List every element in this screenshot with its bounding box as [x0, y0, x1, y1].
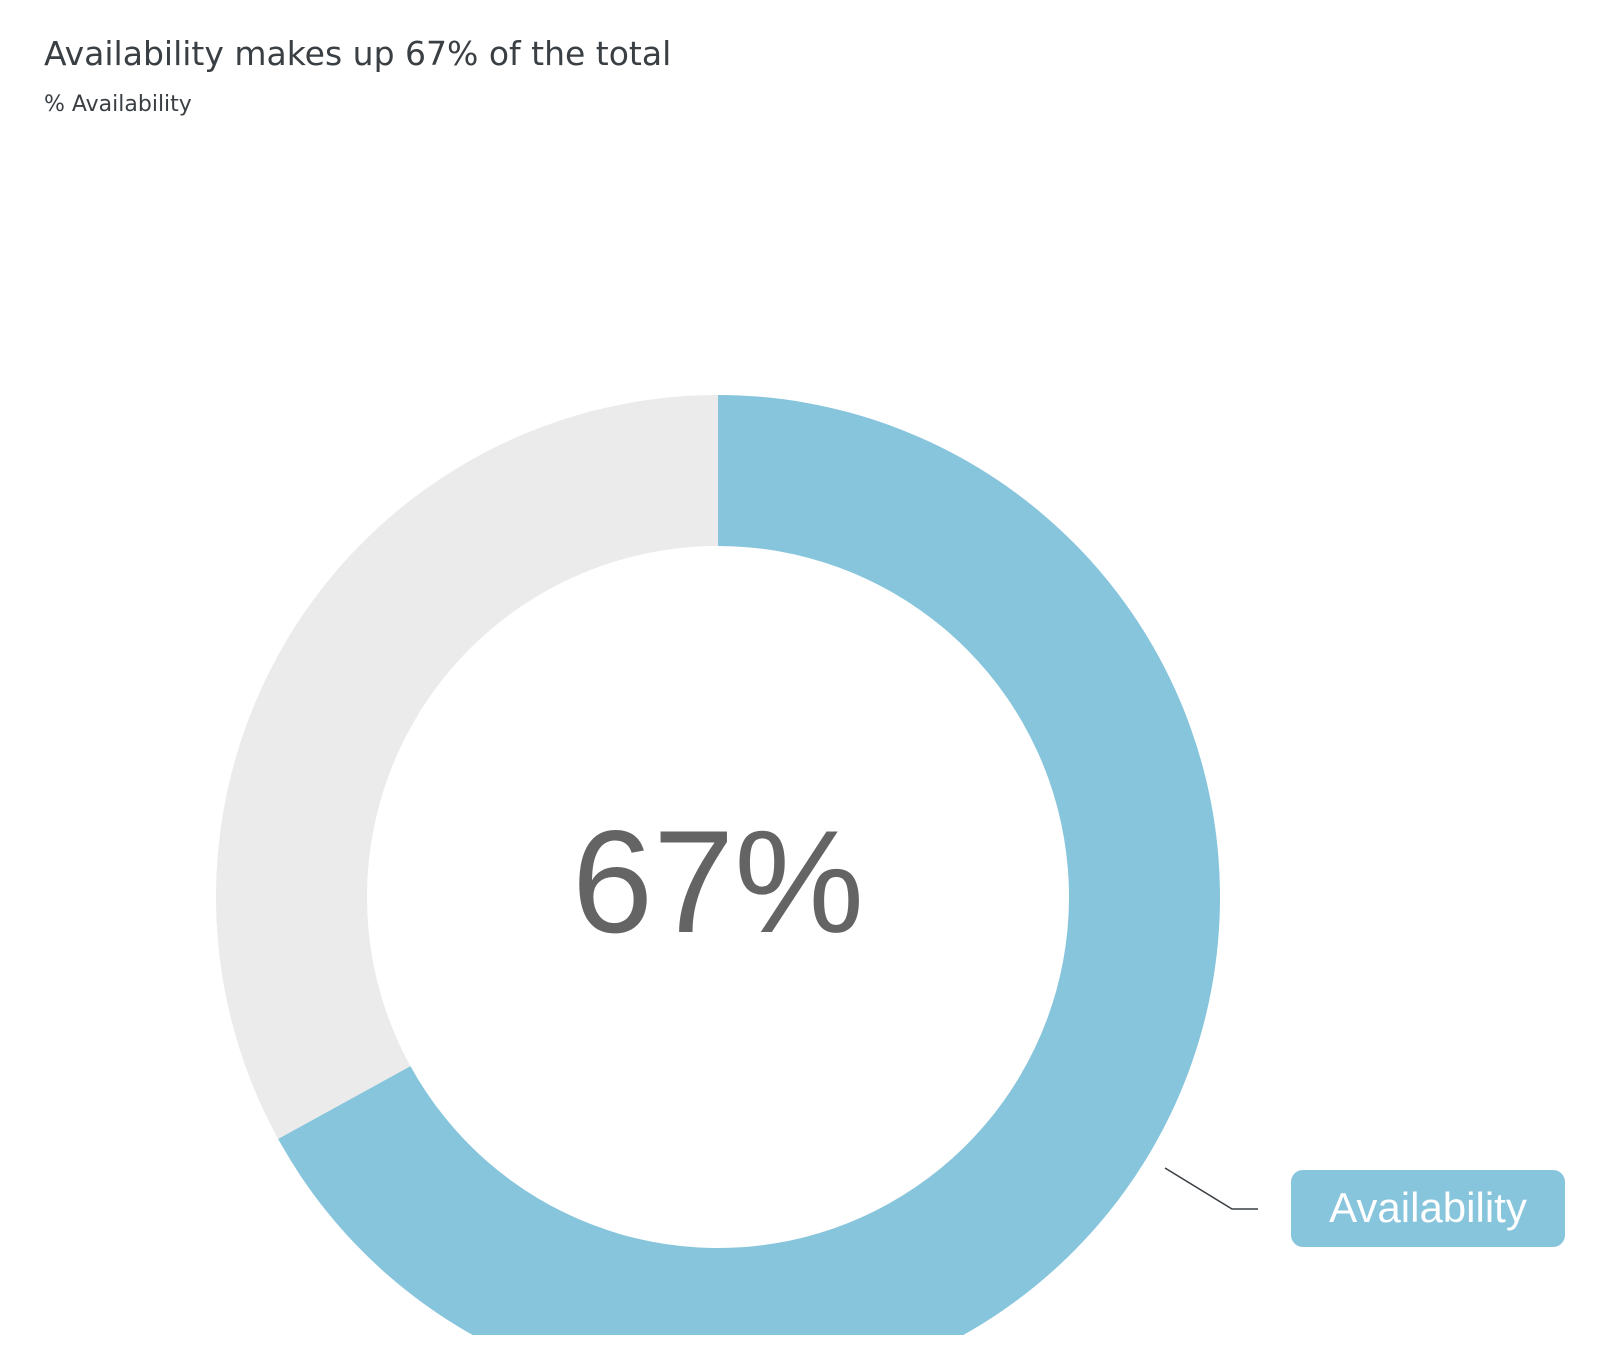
slice-remainder: [215, 395, 718, 1139]
availability-leader-line: [1164, 1167, 1258, 1210]
center-percentage-label: 67%: [572, 800, 864, 963]
donut-chart: 67% Availability: [215, 395, 1565, 1335]
availability-label-text: Availability: [1329, 1184, 1527, 1231]
